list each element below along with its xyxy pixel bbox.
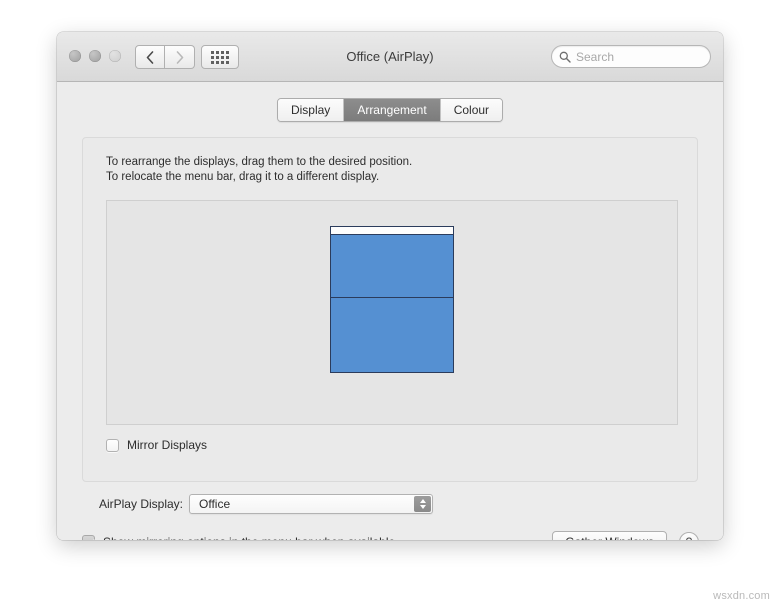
airplay-display-row: AirPlay Display: Office (57, 494, 723, 514)
display-arrangement-canvas[interactable] (106, 200, 678, 425)
show-mirroring-options-label: Show mirroring options in the menu bar w… (103, 535, 395, 541)
instructions-line-2: To relocate the menu bar, drag it to a d… (106, 171, 380, 183)
arrangement-panel: To rearrange the displays, drag them to … (82, 137, 698, 482)
airplay-display-value: Office (199, 497, 231, 511)
display-bottom[interactable] (330, 298, 454, 373)
tab-bar: Display Arrangement Colour (57, 98, 723, 122)
search-icon (559, 51, 571, 63)
gather-windows-button[interactable]: Gather Windows (552, 531, 667, 540)
page-background: Office (AirPlay) Display Arrangement Col… (0, 0, 780, 612)
search-field[interactable] (551, 45, 723, 68)
tab-colour[interactable]: Colour (439, 99, 503, 121)
menu-bar-strip[interactable] (331, 227, 453, 235)
tab-group: Display Arrangement Colour (276, 98, 504, 122)
airplay-display-label: AirPlay Display: (98, 497, 183, 511)
footer-row: Show mirroring options in the menu bar w… (82, 531, 699, 540)
instructions-text: To rearrange the displays, drag them to … (106, 155, 412, 185)
system-preferences-window: Office (AirPlay) Display Arrangement Col… (57, 32, 723, 540)
mirror-displays-checkbox[interactable] (106, 438, 119, 452)
show-mirroring-options-checkbox[interactable] (82, 535, 95, 540)
chevron-up-icon (419, 499, 426, 503)
airplay-stepper-icon[interactable] (414, 496, 431, 512)
show-mirroring-options-row[interactable]: Show mirroring options in the menu bar w… (82, 535, 395, 541)
help-button[interactable]: ? (679, 531, 699, 540)
search-input[interactable] (576, 49, 723, 64)
window-titlebar: Office (AirPlay) (57, 32, 723, 82)
display-stack (330, 226, 454, 373)
chevron-down-icon (419, 505, 426, 509)
display-top[interactable] (330, 226, 454, 298)
watermark: wsxdn.com (713, 590, 770, 602)
instructions-line-1: To rearrange the displays, drag them to … (106, 156, 413, 168)
mirror-displays-label: Mirror Displays (127, 438, 208, 452)
tab-arrangement[interactable]: Arrangement (343, 99, 440, 121)
tab-display[interactable]: Display (277, 99, 344, 121)
window-content: Display Arrangement Colour To rearrange … (57, 82, 723, 540)
mirror-displays-row[interactable]: Mirror Displays (106, 438, 207, 452)
airplay-display-popup[interactable]: Office (189, 494, 433, 514)
